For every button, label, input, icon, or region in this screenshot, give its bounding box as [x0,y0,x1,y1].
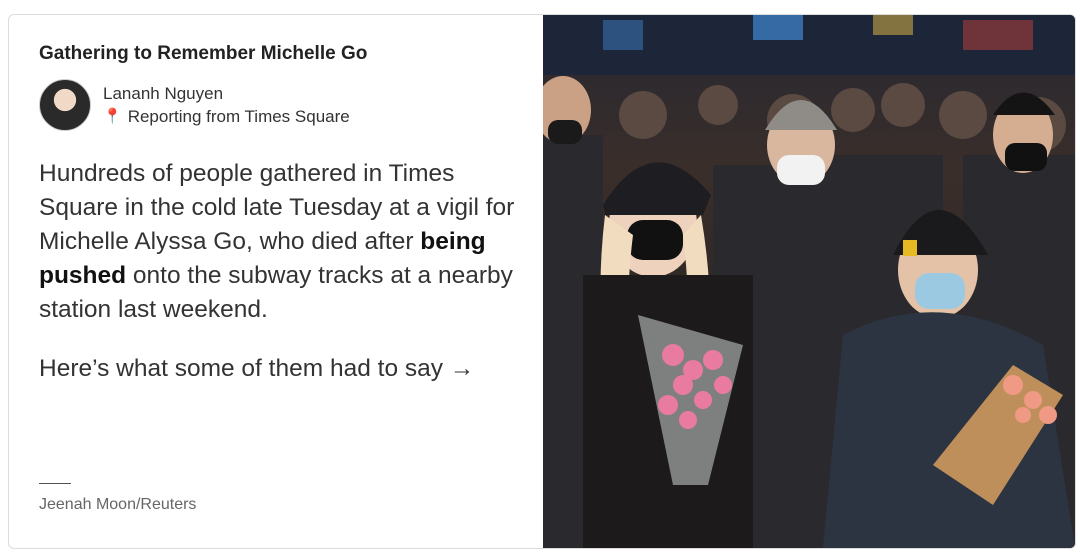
story-summary: Hundreds of people gathered in Times Squ… [39,157,519,327]
map-pin-icon: 📍 [103,108,122,125]
location-label: Reporting from Times Square [127,107,350,126]
reporting-location: 📍 Reporting from Times Square [103,105,350,128]
story-card[interactable]: Gathering to Remember Michelle Go Lananh… [8,14,1076,549]
byline: Lananh Nguyen 📍 Reporting from Times Squ… [39,79,350,131]
vigil-crowd-illustration [543,15,1075,548]
credit-divider [39,483,71,484]
author-avatar [39,79,91,131]
author-name[interactable]: Lananh Nguyen [103,82,350,105]
read-more-link[interactable]: Here’s what some of them had to say → [39,355,474,383]
story-text-panel: Gathering to Remember Michelle Go Lananh… [9,15,543,548]
story-photo[interactable] [543,15,1075,548]
story-headline[interactable]: Gathering to Remember Michelle Go [39,43,367,65]
photo-credit: Jeenah Moon/Reuters [39,496,197,513]
